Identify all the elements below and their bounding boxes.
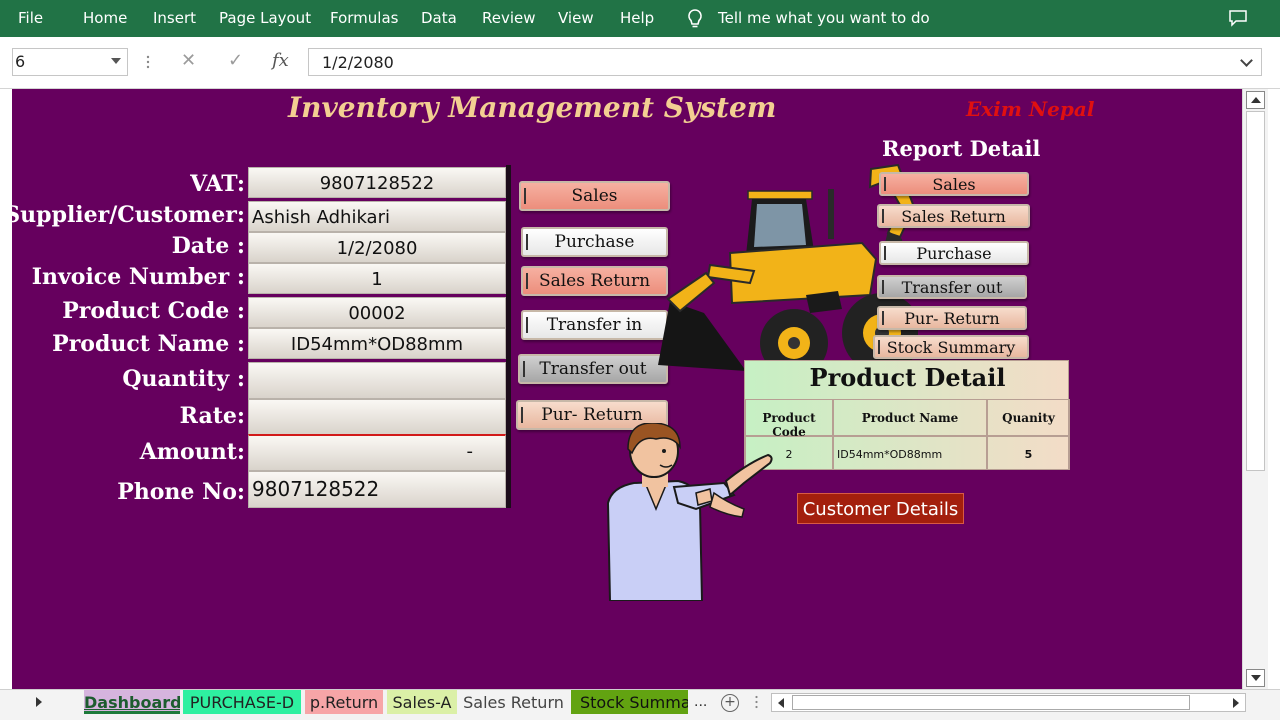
- menu-review[interactable]: Review: [482, 9, 536, 27]
- window-edge: [1268, 89, 1280, 689]
- date-label: Date :: [171, 233, 245, 259]
- purchase-button[interactable]: Purchase: [521, 227, 668, 257]
- company-name: Exim Nepal: [966, 97, 1095, 121]
- formula-bar: 6 ✕ ✓ fx 1/2/2080: [0, 37, 1280, 89]
- menu-help[interactable]: Help: [620, 9, 654, 27]
- sales-button[interactable]: Sales: [519, 181, 670, 211]
- menu-insert[interactable]: Insert: [153, 9, 196, 27]
- product-code-field[interactable]: 00002: [248, 297, 506, 328]
- name-box-value: 6: [15, 52, 26, 71]
- ribbon: File Home Insert Page Layout Formulas Da…: [0, 0, 1280, 37]
- menu-data[interactable]: Data: [421, 9, 457, 27]
- date-field[interactable]: 1/2/2080: [248, 232, 506, 263]
- scroll-down-button[interactable]: [1246, 669, 1265, 687]
- product-code-label: Product Code :: [62, 298, 245, 324]
- report-stock-summary-button[interactable]: Stock Summary: [873, 335, 1029, 359]
- lightbulb-icon[interactable]: [686, 8, 704, 30]
- amount-label: Amount:: [139, 439, 245, 465]
- product-name-field[interactable]: ID54mm*OD88mm: [248, 328, 506, 359]
- name-box[interactable]: 6: [12, 48, 128, 76]
- scroll-left-icon[interactable]: [778, 698, 784, 708]
- chevron-down-icon[interactable]: [111, 58, 121, 64]
- vertical-scroll-thumb[interactable]: [1246, 111, 1265, 471]
- insert-function-icon[interactable]: fx: [272, 50, 289, 71]
- column-header-quantity: Quanity: [987, 399, 1070, 436]
- report-detail-title: Report Detail: [882, 136, 1041, 161]
- scroll-up-button[interactable]: [1246, 91, 1265, 109]
- report-transfer-out-button[interactable]: Transfer out: [877, 275, 1027, 299]
- report-sales-return-button[interactable]: Sales Return: [877, 204, 1030, 228]
- transfer-out-button[interactable]: Transfer out: [518, 354, 668, 384]
- tab-stock-summary[interactable]: Stock Summary: [571, 690, 688, 714]
- amount-field[interactable]: -: [248, 434, 506, 471]
- cancel-icon[interactable]: ✕: [181, 50, 196, 71]
- sheet-tab-bar: Dashboard PURCHASE-D p.Return Sales-A Sa…: [0, 689, 1280, 720]
- horizontal-scroll-thumb[interactable]: [792, 695, 1190, 710]
- invoice-label: Invoice Number :: [31, 264, 245, 290]
- menu-view[interactable]: View: [558, 9, 594, 27]
- sheet-title: Inventory Management System: [288, 91, 777, 124]
- tab-scroll-right-icon[interactable]: [36, 697, 42, 707]
- more-tabs-icon[interactable]: ...: [694, 693, 707, 711]
- tab-sales-a[interactable]: Sales-A: [387, 690, 457, 714]
- cell-product-name[interactable]: ID54mm*OD88mm: [833, 436, 987, 470]
- comment-icon[interactable]: [1228, 9, 1248, 27]
- cell-quantity[interactable]: 5: [987, 436, 1070, 470]
- tab-p-return[interactable]: p.Return: [305, 690, 383, 714]
- vat-field[interactable]: 9807128522: [248, 167, 506, 198]
- supplier-field[interactable]: Ashish Adhikari: [248, 201, 506, 232]
- drag-handle-icon[interactable]: [146, 54, 150, 70]
- presenter-man-image: [606, 423, 773, 601]
- report-sales-button[interactable]: Sales: [879, 172, 1029, 196]
- worksheet[interactable]: Inventory Management System Exim Nepal R…: [12, 89, 1242, 689]
- menu-home[interactable]: Home: [83, 9, 127, 27]
- customer-details-button[interactable]: Customer Details: [797, 493, 964, 524]
- product-name-label: Product Name :: [52, 331, 245, 357]
- menu-page-layout[interactable]: Page Layout: [219, 9, 311, 27]
- vat-label: VAT:: [190, 171, 245, 197]
- rate-label: Rate:: [179, 403, 245, 429]
- sales-return-button[interactable]: Sales Return: [521, 266, 668, 296]
- formula-value: 1/2/2080: [322, 53, 394, 72]
- phone-label: Phone No:: [117, 479, 245, 505]
- horizontal-scrollbar[interactable]: [771, 693, 1246, 712]
- splitter-handle-icon[interactable]: [755, 695, 758, 709]
- chevron-up-icon: [1251, 97, 1261, 103]
- tab-purchase-d[interactable]: PURCHASE-D: [183, 690, 301, 714]
- product-detail-title: Product Detail: [809, 363, 1006, 392]
- formula-input[interactable]: 1/2/2080: [308, 48, 1262, 76]
- rate-field[interactable]: [248, 399, 506, 435]
- transfer-in-button[interactable]: Transfer in: [521, 310, 668, 340]
- add-sheet-icon[interactable]: +: [721, 694, 739, 712]
- report-pur-return-button[interactable]: Pur- Return: [877, 306, 1027, 330]
- tell-me-search[interactable]: Tell me what you want to do: [718, 9, 930, 27]
- quantity-field[interactable]: [248, 362, 506, 399]
- column-header-product-name: Product Name: [833, 399, 987, 436]
- vertical-scrollbar[interactable]: [1242, 89, 1268, 689]
- menu-formulas[interactable]: Formulas: [330, 9, 398, 27]
- tab-sales-return[interactable]: Sales Return: [460, 690, 567, 714]
- report-purchase-button[interactable]: Purchase: [879, 241, 1029, 265]
- enter-icon[interactable]: ✓: [228, 50, 243, 71]
- chevron-down-icon: [1251, 675, 1261, 681]
- product-detail-table: Product Detail Product Code Product Name…: [744, 360, 1070, 470]
- quantity-label: Quantity :: [122, 366, 245, 392]
- tab-dashboard[interactable]: Dashboard: [84, 690, 180, 714]
- supplier-label: Supplier/Customer:: [12, 202, 245, 228]
- amount-value: -: [466, 441, 474, 462]
- invoice-field[interactable]: 1: [248, 263, 506, 294]
- form-shadow: [506, 165, 511, 508]
- expand-formula-icon[interactable]: [1240, 54, 1253, 67]
- scroll-right-icon[interactable]: [1233, 698, 1239, 708]
- menu-file[interactable]: File: [18, 9, 43, 27]
- phone-field[interactable]: 9807128522: [248, 471, 506, 508]
